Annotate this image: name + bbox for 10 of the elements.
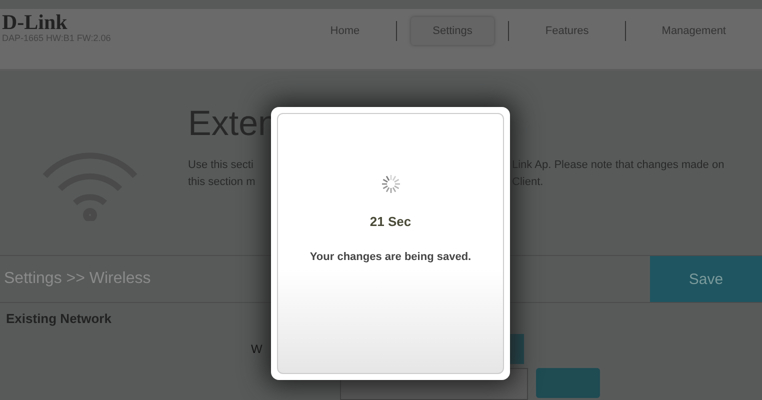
nav-tab[interactable]: Features — [523, 17, 611, 45]
saving-message: Your changes are being saved. — [310, 251, 472, 263]
countdown-text: 21 Sec — [370, 214, 412, 229]
save-button[interactable]: Save — [650, 256, 762, 302]
brand-logo: D-Link — [2, 11, 68, 33]
loading-spinner-icon — [380, 174, 400, 194]
nav-tab[interactable]: Management — [640, 17, 748, 45]
nav-tab[interactable]: Home — [308, 17, 382, 45]
section-title: Existing Network — [6, 311, 112, 326]
field-label: W — [251, 342, 262, 356]
